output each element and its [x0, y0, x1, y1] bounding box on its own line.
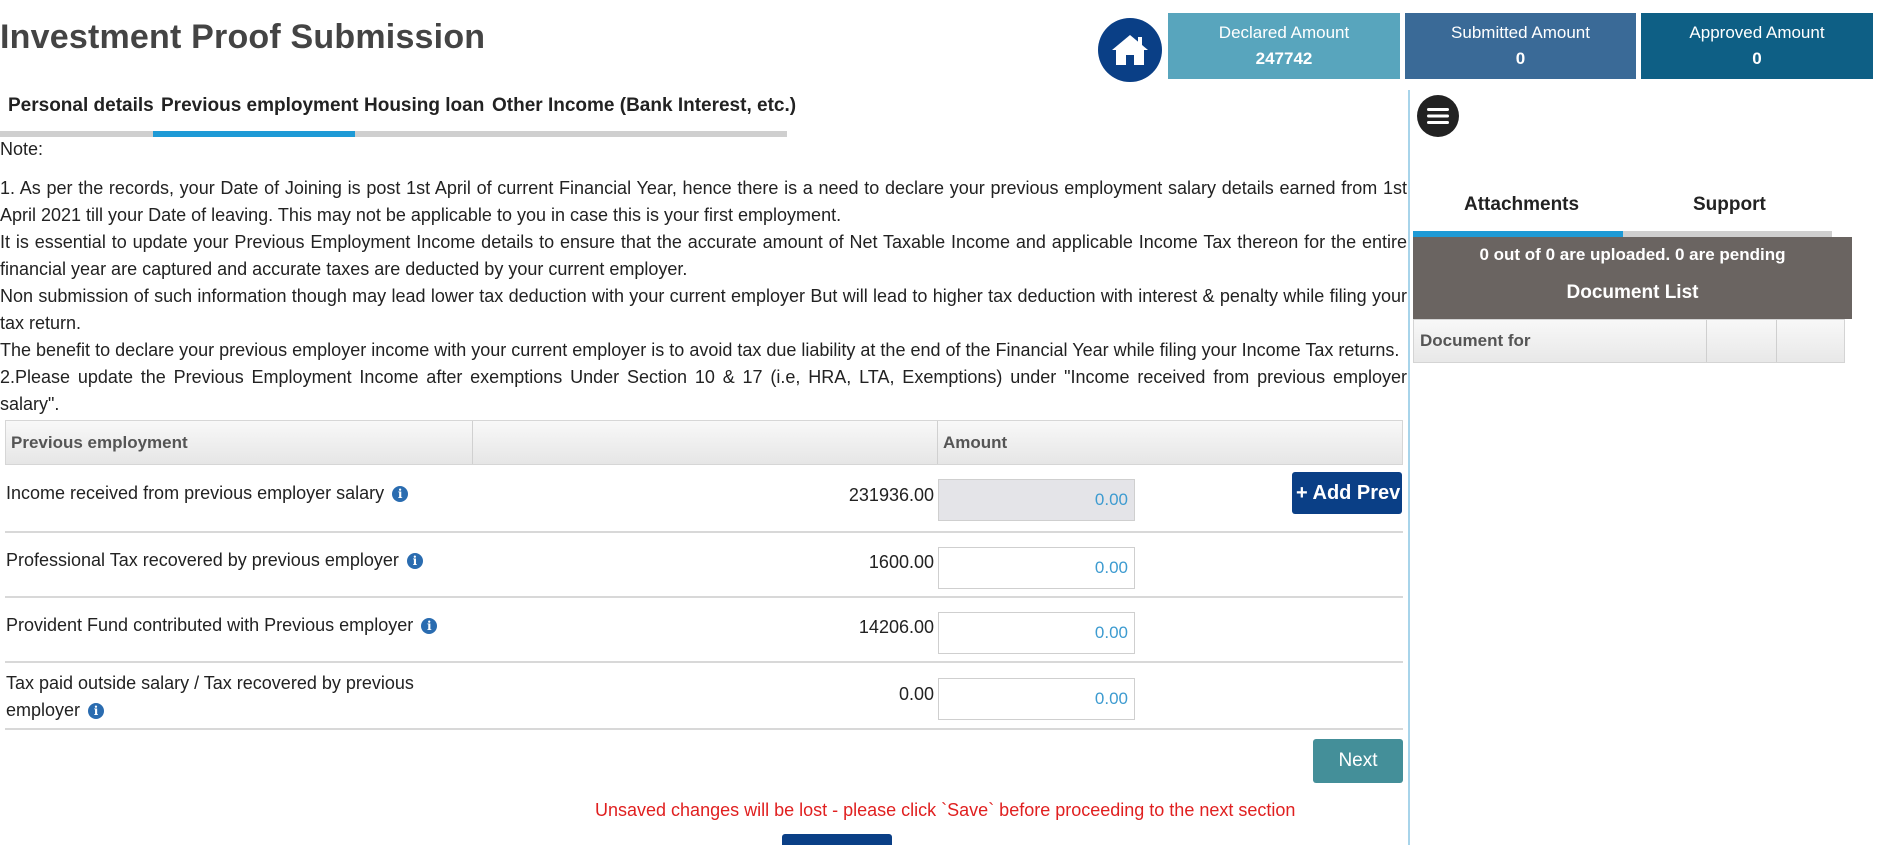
previous-employment-table: Previous employment Amount Income receiv… — [5, 420, 1403, 730]
page-title: Investment Proof Submission — [0, 18, 486, 56]
hamburger-menu-icon — [1427, 108, 1449, 124]
row-label-text: Provident Fund contributed with Previous… — [6, 615, 414, 635]
header-amount: Amount — [943, 433, 1008, 452]
document-for-header: Document for — [1420, 331, 1531, 350]
tab-attachments[interactable]: Attachments — [1464, 194, 1579, 216]
header-previous-employment: Previous employment — [11, 433, 188, 452]
row-declared-value: 14206.00 — [858, 617, 934, 637]
note-paragraph-5: 2.Please update the Previous Employment … — [0, 367, 1407, 414]
tab-support[interactable]: Support — [1693, 194, 1766, 216]
row-label: Income received from previous employer s… — [6, 480, 409, 507]
note-paragraph-2: It is essential to update your Previous … — [0, 232, 1407, 279]
header-separator — [1706, 320, 1707, 362]
row-label: Professional Tax recovered by previous e… — [6, 547, 423, 574]
submitted-amount-box: Submitted Amount 0 — [1405, 13, 1636, 79]
document-table: Document for — [1413, 319, 1845, 363]
row-label-text: Income received from previous employer s… — [6, 483, 385, 503]
provident-fund-input[interactable] — [938, 612, 1135, 654]
professional-tax-input[interactable] — [938, 547, 1135, 589]
table-header: Previous employment Amount — [5, 420, 1403, 465]
approved-amount-box: Approved Amount 0 — [1641, 13, 1873, 79]
table-row: Professional Tax recovered by previous e… — [5, 533, 1403, 598]
info-icon[interactable]: i — [392, 486, 409, 502]
tax-paid-outside-input[interactable] — [938, 678, 1135, 720]
menu-button[interactable] — [1417, 95, 1459, 137]
next-button[interactable]: Next — [1313, 739, 1403, 783]
table-row: Income received from previous employer s… — [5, 465, 1403, 533]
note-paragraph-4: The benefit to declare your previous emp… — [0, 340, 1400, 360]
header-blank — [473, 421, 478, 464]
tab-personal-details[interactable]: Personal details — [8, 95, 154, 117]
tab-previous-employment[interactable]: Previous employment — [161, 95, 358, 117]
row-label-text: Professional Tax recovered by previous e… — [6, 550, 399, 570]
section-tabs: Personal details Previous employment Hou… — [0, 90, 796, 138]
add-previous-employer-button[interactable]: + Add Prev — [1292, 472, 1402, 514]
row-label-text: Tax paid outside salary / Tax recovered … — [6, 673, 414, 720]
panel-divider — [1408, 90, 1410, 845]
tab-other-income[interactable]: Other Income (Bank Interest, etc.) — [492, 95, 796, 117]
info-icon[interactable]: i — [421, 618, 438, 634]
row-label: Tax paid outside salary / Tax recovered … — [6, 670, 426, 724]
row-label: Provident Fund contributed with Previous… — [6, 612, 438, 639]
table-row: Tax paid outside salary / Tax recovered … — [5, 663, 1403, 730]
submitted-amount-value: 0 — [1515, 49, 1526, 68]
info-icon[interactable]: i — [406, 553, 423, 569]
home-button[interactable] — [1098, 18, 1162, 82]
declared-amount-box: Declared Amount 247742 — [1168, 13, 1400, 79]
approved-amount-label: Approved Amount — [1689, 23, 1825, 42]
notes-heading: Note: — [0, 139, 44, 159]
row-declared-value: 0.00 — [898, 684, 934, 704]
table-row: Provident Fund contributed with Previous… — [5, 598, 1403, 663]
row-declared-value: 1600.00 — [868, 552, 934, 572]
note-paragraph-3: Non submission of such information thoug… — [0, 286, 1407, 333]
submitted-amount-label: Submitted Amount — [1451, 23, 1590, 42]
row-declared-value: 231936.00 — [848, 485, 934, 505]
home-icon — [1112, 35, 1148, 65]
approved-amount-value: 0 — [1752, 49, 1762, 68]
info-icon[interactable]: i — [88, 703, 105, 719]
document-list-title: Document List — [1566, 282, 1699, 303]
note-paragraph-1: 1. As per the records, your Date of Join… — [0, 178, 1407, 225]
declared-amount-value: 247742 — [1255, 49, 1313, 68]
upload-status-panel: 0 out of 0 are uploaded. 0 are pending D… — [1413, 237, 1852, 319]
tab-housing-loan[interactable]: Housing loan — [364, 95, 484, 117]
notes-section: Note: 1. As per the records, your Date o… — [0, 136, 1407, 418]
income-amount-input[interactable] — [938, 479, 1135, 521]
upload-status: 0 out of 0 are uploaded. 0 are pending — [1479, 245, 1786, 264]
save-button[interactable] — [782, 834, 892, 845]
declared-amount-label: Declared Amount — [1218, 23, 1350, 42]
unsaved-changes-warning: Unsaved changes will be lost - please cl… — [595, 800, 1296, 820]
header-separator — [1776, 320, 1777, 362]
